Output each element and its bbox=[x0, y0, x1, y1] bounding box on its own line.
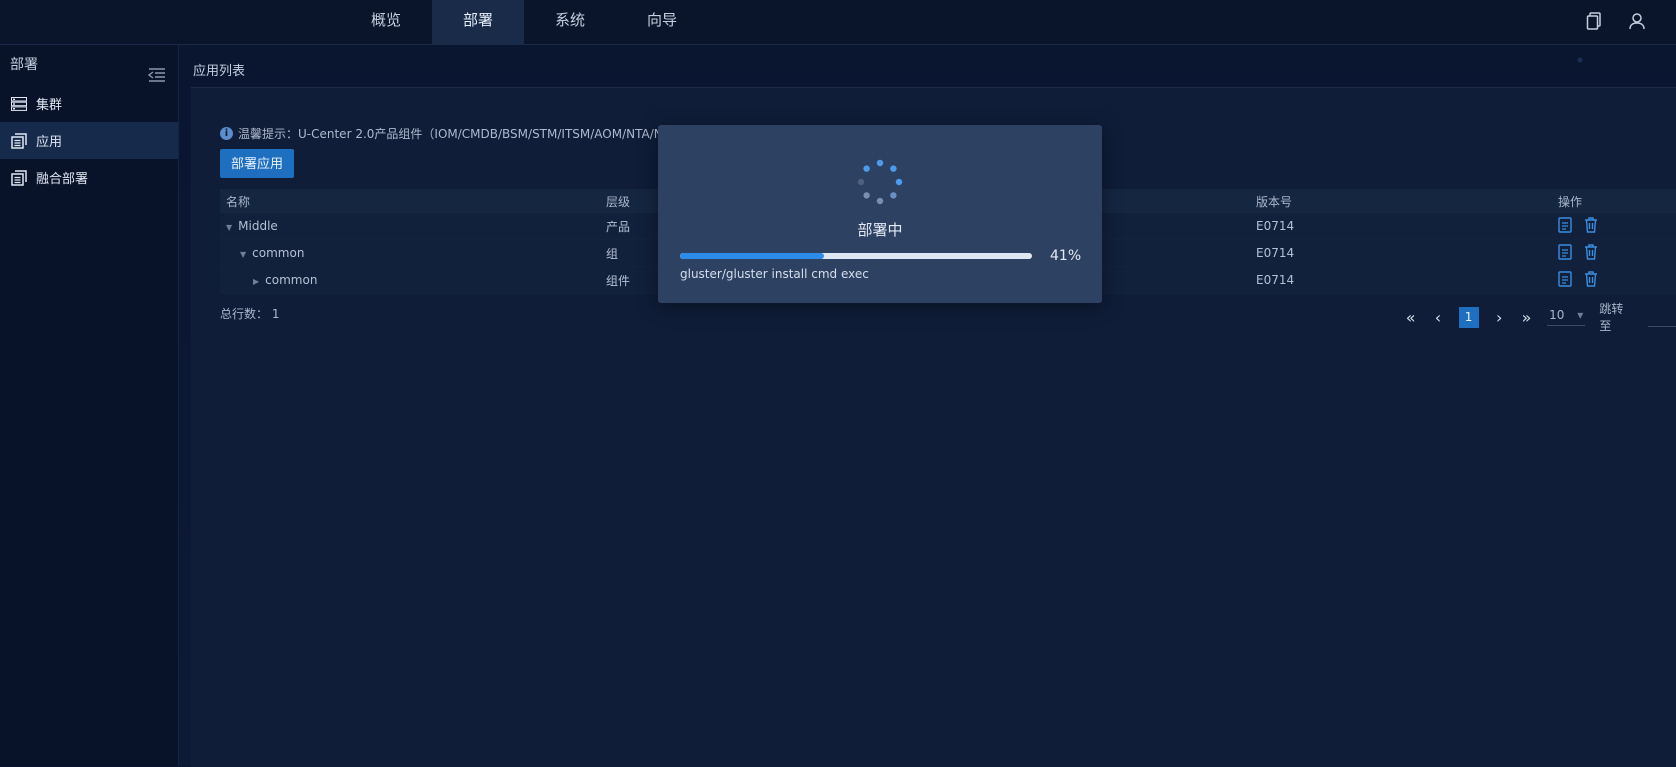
sidebar-item-label: 融合部署 bbox=[36, 172, 89, 187]
total-rows: 总行数： 1 bbox=[220, 305, 279, 322]
delete-icon[interactable] bbox=[1584, 243, 1598, 263]
top-bar: 概览 部署 系统 向导 bbox=[0, 0, 1676, 45]
page-size-select[interactable]: 10 ▾ bbox=[1547, 308, 1586, 326]
sidebar-item-label: 应用 bbox=[36, 135, 63, 150]
sidebar-title-label: 部署 bbox=[10, 57, 38, 73]
sidebar-item-label: 集群 bbox=[36, 98, 63, 113]
row-name: common bbox=[252, 246, 305, 260]
tip-message: i 温馨提示：U-Center 2.0产品组件（IOM/CMDB/BSM/STM… bbox=[220, 125, 681, 142]
next-page-icon[interactable]: › bbox=[1493, 308, 1506, 327]
main-nav: 概览 部署 系统 向导 bbox=[340, 0, 708, 44]
first-page-icon[interactable]: « bbox=[1404, 308, 1417, 327]
progress-percent: 41% bbox=[1050, 248, 1082, 264]
loading-spinner-icon bbox=[857, 159, 903, 205]
sidebar: 部署 集群 应用 融合部署 bbox=[0, 45, 179, 766]
nav-guide[interactable]: 向导 bbox=[616, 0, 708, 44]
delete-icon[interactable] bbox=[1584, 270, 1598, 290]
expand-caret-icon[interactable]: ▶ bbox=[253, 277, 259, 286]
delete-icon[interactable] bbox=[1584, 216, 1598, 236]
cell-name: ▼ Middle bbox=[220, 213, 600, 240]
details-icon[interactable] bbox=[1558, 270, 1572, 290]
cell-actions bbox=[1552, 239, 1676, 267]
row-name: common bbox=[265, 273, 318, 287]
cell-version: E0714 bbox=[1250, 239, 1552, 267]
jump-to-label: 跳转至 bbox=[1599, 302, 1624, 333]
column-header-actions: 操作 bbox=[1552, 189, 1676, 213]
breadcrumb: 应用列表 bbox=[193, 64, 246, 79]
column-header-version[interactable]: 版本号 bbox=[1250, 189, 1552, 213]
document-icon[interactable] bbox=[1586, 12, 1602, 30]
cell-version: E0714 bbox=[1250, 266, 1552, 294]
progress-status-message: gluster/gluster install cmd exec bbox=[680, 267, 869, 281]
cell-name: ▶ common bbox=[220, 266, 600, 294]
cell-version: E0714 bbox=[1250, 213, 1552, 240]
expand-caret-icon[interactable]: ▼ bbox=[226, 223, 232, 232]
app-list-icon bbox=[10, 169, 28, 186]
nav-deploy[interactable]: 部署 bbox=[432, 0, 524, 44]
sidebar-title: 部署 bbox=[0, 45, 178, 85]
chevron-down-icon: ▾ bbox=[1577, 308, 1584, 322]
sidebar-item-fusion-deploy[interactable]: 融合部署 bbox=[0, 159, 178, 196]
prev-page-icon[interactable]: ‹ bbox=[1431, 308, 1444, 327]
jump-to-input[interactable] bbox=[1647, 308, 1676, 327]
cell-actions bbox=[1552, 213, 1676, 240]
server-icon bbox=[10, 96, 28, 112]
nav-overview[interactable]: 概览 bbox=[340, 0, 432, 44]
column-header-name[interactable]: 名称 bbox=[220, 189, 600, 213]
expand-caret-icon[interactable]: ▼ bbox=[240, 250, 246, 259]
last-page-icon[interactable]: » bbox=[1520, 308, 1533, 327]
nav-system[interactable]: 系统 bbox=[524, 0, 616, 44]
progress-bar bbox=[680, 253, 1032, 259]
page-number-current[interactable]: 1 bbox=[1458, 306, 1479, 328]
row-name: Middle bbox=[238, 219, 278, 233]
app-list-icon bbox=[10, 132, 28, 149]
progress-bar-fill bbox=[680, 253, 825, 259]
sidebar-item-apps[interactable]: 应用 bbox=[0, 122, 178, 159]
page-size-value: 10 bbox=[1549, 308, 1565, 322]
total-rows-label: 总行数： bbox=[220, 307, 269, 321]
collapse-menu-icon[interactable] bbox=[147, 58, 166, 98]
cell-actions bbox=[1552, 266, 1676, 294]
user-icon[interactable] bbox=[1628, 12, 1646, 30]
tip-text: 温馨提示：U-Center 2.0产品组件（IOM/CMDB/BSM/STM/I… bbox=[238, 127, 681, 141]
deploy-progress-dialog: 部署中 41% gluster/gluster install cmd exec bbox=[658, 125, 1102, 303]
details-icon[interactable] bbox=[1558, 216, 1572, 236]
pagination: « ‹ 1 › » 10 ▾ 跳转至 bbox=[1404, 300, 1676, 334]
info-icon: i bbox=[220, 127, 233, 140]
dialog-title: 部署中 bbox=[857, 221, 903, 239]
deploy-app-button[interactable]: 部署应用 bbox=[220, 149, 294, 178]
details-icon[interactable] bbox=[1558, 243, 1572, 263]
cell-name: ▼ common bbox=[220, 239, 600, 267]
total-rows-value: 1 bbox=[271, 307, 280, 321]
